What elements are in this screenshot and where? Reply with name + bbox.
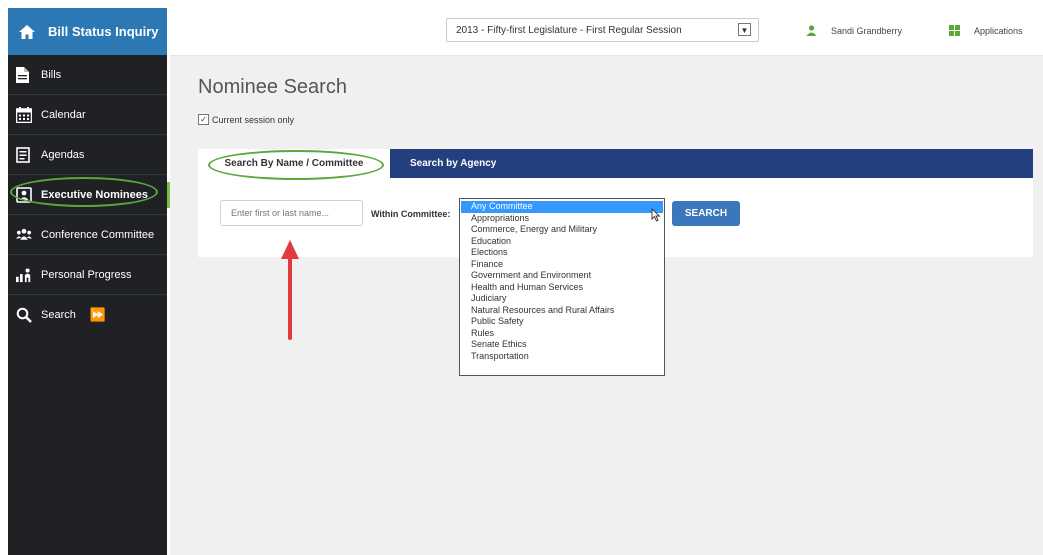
group-icon: [16, 227, 32, 243]
search-button[interactable]: SEARCH: [672, 201, 740, 226]
tab-search-by-name[interactable]: Search By Name / Committee: [198, 149, 390, 180]
sidebar-item-bills[interactable]: Bills: [8, 55, 167, 95]
committee-option[interactable]: Government and Environment: [461, 270, 663, 282]
session-select-value: 2013 - Fifty-first Legislature - First R…: [456, 24, 682, 36]
sidebar-item-label: Agendas: [41, 148, 85, 161]
applications-label: Applications: [974, 25, 1023, 36]
committee-option[interactable]: Any Committee: [461, 201, 663, 213]
name-search-input[interactable]: [220, 200, 363, 226]
sidebar-item-calendar[interactable]: Calendar: [8, 95, 167, 135]
sidebar-item-label: Conference Committee: [41, 228, 155, 241]
document-icon: [16, 66, 32, 83]
sidebar-item-search[interactable]: Search ⏩: [8, 295, 167, 334]
calendar-icon: [16, 106, 32, 123]
user-icon: [806, 25, 817, 36]
tab-search-by-agency[interactable]: Search by Agency: [410, 149, 496, 178]
committee-option[interactable]: Natural Resources and Rural Affairs: [461, 305, 663, 317]
committee-option[interactable]: Judiciary: [461, 293, 663, 305]
mouse-cursor-icon: [651, 208, 661, 222]
committee-option[interactable]: Appropriations: [461, 213, 663, 225]
tab-bar: Search By Name / Committee Search by Age…: [198, 149, 1033, 180]
committee-option[interactable]: Public Safety: [461, 316, 663, 328]
annotation-arrow-icon: [281, 240, 299, 340]
current-session-option[interactable]: ✓ Current session only: [198, 114, 294, 125]
sidebar-item-executive-nominees[interactable]: Executive Nominees: [8, 175, 172, 215]
committee-option[interactable]: Education: [461, 236, 663, 248]
sidebar-item-label: Search: [41, 308, 76, 321]
home-icon: [19, 24, 35, 39]
committee-option[interactable]: Rules: [461, 328, 663, 340]
top-bar: 2013 - Fifty-first Legislature - First R…: [170, 8, 1043, 56]
applications-menu[interactable]: Applications: [949, 25, 1023, 36]
tab-label: Search by Agency: [410, 158, 497, 169]
page-title: Nominee Search: [198, 76, 347, 98]
committee-option[interactable]: Health and Human Services: [461, 282, 663, 294]
committee-option[interactable]: Transportation: [461, 351, 663, 363]
brand-header[interactable]: Bill Status Inquiry: [8, 8, 167, 55]
committee-option[interactable]: Senate Ethics: [461, 339, 663, 351]
committee-option[interactable]: Commerce, Energy and Military: [461, 224, 663, 236]
sidebar-item-label: Bills: [41, 68, 62, 81]
committee-dropdown-list[interactable]: Any Committee Appropriations Commerce, Ene…: [459, 198, 665, 376]
apps-grid-icon: [949, 25, 960, 36]
sidebar: Bill Status Inquiry Bills Calendar Agend…: [8, 8, 172, 555]
current-session-checkbox[interactable]: ✓: [198, 114, 209, 125]
highlight-oval: [208, 150, 384, 180]
session-select[interactable]: 2013 - Fifty-first Legislature - First R…: [446, 18, 759, 42]
sidebar-item-agendas[interactable]: Agendas: [8, 135, 167, 175]
sidebar-item-personal-progress[interactable]: Personal Progress: [8, 255, 167, 295]
committee-option[interactable]: Elections: [461, 247, 663, 259]
agenda-icon: [16, 146, 32, 163]
within-committee-label: Within Committee:: [371, 209, 451, 219]
user-menu[interactable]: Sandi Grandberry: [806, 25, 902, 36]
expand-icon[interactable]: ⏩: [90, 307, 106, 323]
search-icon: [16, 307, 32, 323]
chevron-down-icon[interactable]: ▼: [738, 23, 751, 36]
sidebar-item-label: Calendar: [41, 108, 86, 121]
sidebar-item-label: Personal Progress: [41, 268, 132, 281]
user-name: Sandi Grandberry: [831, 25, 903, 36]
highlight-oval: [10, 177, 158, 207]
committee-option[interactable]: Finance: [461, 259, 663, 271]
brand-title: Bill Status Inquiry: [48, 24, 159, 39]
current-session-label: Current session only: [212, 114, 295, 125]
progress-icon: [16, 267, 32, 283]
sidebar-item-conference-committee[interactable]: Conference Committee: [8, 215, 167, 255]
